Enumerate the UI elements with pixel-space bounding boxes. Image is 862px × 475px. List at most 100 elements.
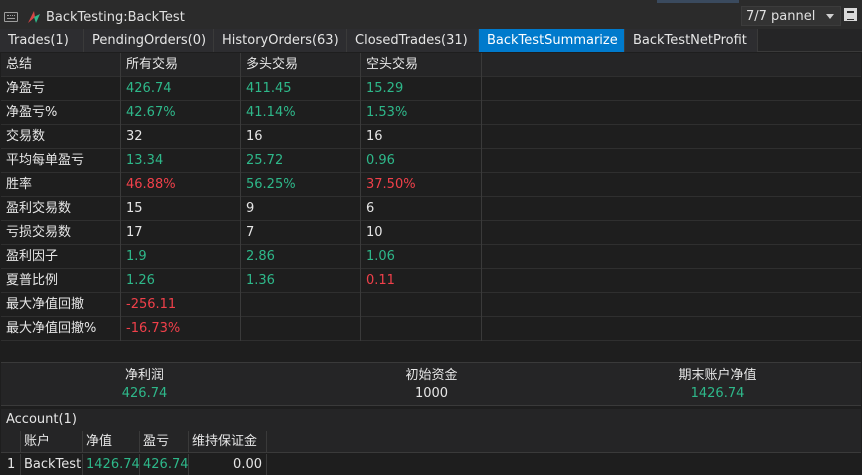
row-filler bbox=[482, 197, 861, 221]
final-equity-stat: 期末账户净值 1426.74 bbox=[574, 367, 861, 403]
initial-capital-label: 初始资金 bbox=[405, 368, 458, 383]
summary-row[interactable]: 夏普比例 1.26 1.36 0.11 bbox=[1, 269, 861, 293]
all-trades-cell: -16.73% bbox=[121, 317, 241, 341]
row-filler bbox=[267, 454, 861, 475]
summary-row[interactable]: 亏损交易数 17 7 10 bbox=[1, 221, 861, 245]
row-filler bbox=[482, 269, 861, 293]
summary-row[interactable]: 盈利因子 1.9 2.86 1.06 bbox=[1, 245, 861, 269]
all-trades-cell: 13.34 bbox=[121, 149, 241, 173]
column-header-account[interactable]: 账户 bbox=[21, 431, 83, 453]
keyboard-icon[interactable] bbox=[4, 12, 18, 22]
all-trades-cell: 42.67% bbox=[121, 101, 241, 125]
summary-row[interactable]: 净盈亏 426.74 411.45 15.29 bbox=[1, 77, 861, 101]
column-header-all-trades[interactable]: 所有交易 bbox=[121, 53, 241, 77]
account-table: 账户 净值 盈亏 维持保证金 1 BackTest 1426.74 426.74… bbox=[1, 431, 861, 475]
metric-label-cell: 最大净值回撤 bbox=[1, 293, 121, 317]
short-trades-cell bbox=[361, 293, 482, 317]
summary-row[interactable]: 盈利交易数 15 9 6 bbox=[1, 197, 861, 221]
short-trades-cell: 10 bbox=[361, 221, 482, 245]
row-filler bbox=[482, 317, 861, 341]
long-trades-cell: 16 bbox=[241, 125, 361, 149]
short-trades-cell: 1.53% bbox=[361, 101, 482, 125]
app-logo-icon bbox=[28, 11, 40, 23]
summary-row[interactable]: 胜率 46.88% 56.25% 37.50% bbox=[1, 173, 861, 197]
summary-row[interactable]: 净盈亏% 42.67% 41.14% 1.53% bbox=[1, 101, 861, 125]
account-margin-cell: 0.00 bbox=[189, 454, 267, 475]
row-filler bbox=[482, 149, 861, 173]
summary-row[interactable]: 平均每单盈亏 13.34 25.72 0.96 bbox=[1, 149, 861, 173]
long-trades-cell: 9 bbox=[241, 197, 361, 221]
column-header-filler bbox=[482, 53, 861, 77]
row-filler bbox=[482, 221, 861, 245]
long-trades-cell bbox=[241, 317, 361, 341]
short-trades-cell: 1.06 bbox=[361, 245, 482, 269]
title-bar: BackTesting:BackTest 7/7 pannel bbox=[0, 0, 862, 31]
short-trades-cell: 16 bbox=[361, 125, 482, 149]
column-header-summary[interactable]: 总结 bbox=[1, 53, 121, 77]
metric-label-cell: 净盈亏% bbox=[1, 101, 121, 125]
tab-closed-trades[interactable]: ClosedTrades(31) bbox=[347, 29, 479, 52]
tab-backtest-summarize[interactable]: BackTestSummarize bbox=[479, 29, 625, 52]
long-trades-cell: 56.25% bbox=[241, 173, 361, 197]
summary-table: 总结 所有交易 多头交易 空头交易 净盈亏 426.74 411.45 15.29 净盈… bbox=[1, 53, 861, 363]
row-filler bbox=[482, 77, 861, 101]
long-trades-cell: 1.36 bbox=[241, 269, 361, 293]
table-row[interactable]: 1 BackTest 1426.74 426.74 0.00 bbox=[1, 454, 861, 475]
row-filler bbox=[482, 125, 861, 149]
metric-label-cell: 夏普比例 bbox=[1, 269, 121, 293]
short-trades-cell bbox=[361, 317, 482, 341]
tab-backtest-net-profit[interactable]: BackTestNetProfit bbox=[625, 29, 758, 52]
metric-label-cell: 最大净值回撤% bbox=[1, 317, 121, 341]
account-equity-cell: 1426.74 bbox=[83, 454, 140, 475]
all-trades-cell: 15 bbox=[121, 197, 241, 221]
all-trades-cell: 32 bbox=[121, 125, 241, 149]
row-filler bbox=[482, 173, 861, 197]
initial-capital-value: 1000 bbox=[414, 386, 449, 401]
metric-label-cell: 交易数 bbox=[1, 125, 121, 149]
summary-row[interactable]: 最大净值回撤% -16.73% bbox=[1, 317, 861, 341]
short-trades-cell: 0.96 bbox=[361, 149, 482, 173]
column-header-long-trades[interactable]: 多头交易 bbox=[241, 53, 361, 77]
window-title-group: BackTesting:BackTest bbox=[4, 8, 185, 26]
long-trades-cell: 7 bbox=[241, 221, 361, 245]
panel-selector-dropdown[interactable]: 7/7 pannel bbox=[741, 6, 841, 26]
long-trades-cell: 2.86 bbox=[241, 245, 361, 269]
short-trades-cell: 0.11 bbox=[361, 269, 482, 293]
title-accent-bar bbox=[657, 0, 739, 3]
metric-label-cell: 盈利因子 bbox=[1, 245, 121, 269]
tab-trades[interactable]: Trades(1) bbox=[0, 29, 84, 52]
row-filler bbox=[482, 245, 861, 269]
metric-label-cell: 净盈亏 bbox=[1, 77, 121, 101]
row-filler bbox=[482, 293, 861, 317]
initial-capital-stat: 初始资金 1000 bbox=[288, 367, 575, 403]
tab-bar: Trades(1) PendingOrders(0) HistoryOrders… bbox=[0, 29, 862, 52]
column-header-short-trades[interactable]: 空头交易 bbox=[361, 53, 482, 77]
column-header-maintenance-margin[interactable]: 维持保证金 bbox=[189, 431, 267, 453]
all-trades-cell: 1.9 bbox=[121, 245, 241, 269]
window-title: BackTesting:BackTest bbox=[46, 9, 185, 25]
totals-summary-bar: 净利润 426.74 初始资金 1000 期末账户净值 1426.74 bbox=[1, 362, 861, 406]
account-section-title: Account(1) bbox=[1, 409, 861, 431]
summary-row[interactable]: 最大净值回撤 -256.11 bbox=[1, 293, 861, 317]
all-trades-cell: 46.88% bbox=[121, 173, 241, 197]
window-menu-icon[interactable] bbox=[844, 8, 857, 21]
all-trades-cell: 17 bbox=[121, 221, 241, 245]
metric-label-cell: 盈利交易数 bbox=[1, 197, 121, 221]
tab-pending-orders[interactable]: PendingOrders(0) bbox=[84, 29, 214, 52]
summary-row[interactable]: 交易数 32 16 16 bbox=[1, 125, 861, 149]
all-trades-cell: 426.74 bbox=[121, 77, 241, 101]
long-trades-cell bbox=[241, 293, 361, 317]
short-trades-cell: 6 bbox=[361, 197, 482, 221]
account-header-row: 账户 净值 盈亏 维持保证金 bbox=[1, 431, 861, 453]
account-name-cell: BackTest bbox=[21, 454, 83, 475]
net-profit-label: 净利润 bbox=[124, 368, 164, 383]
net-profit-stat: 净利润 426.74 bbox=[1, 367, 288, 403]
column-header-equity[interactable]: 净值 bbox=[83, 431, 140, 453]
final-equity-label: 期末账户净值 bbox=[678, 368, 757, 383]
tab-history-orders[interactable]: HistoryOrders(63) bbox=[214, 29, 347, 52]
long-trades-cell: 41.14% bbox=[241, 101, 361, 125]
short-trades-cell: 15.29 bbox=[361, 77, 482, 101]
short-trades-cell: 37.50% bbox=[361, 173, 482, 197]
summary-header-row: 总结 所有交易 多头交易 空头交易 bbox=[1, 53, 861, 77]
column-header-pnl[interactable]: 盈亏 bbox=[140, 431, 189, 453]
